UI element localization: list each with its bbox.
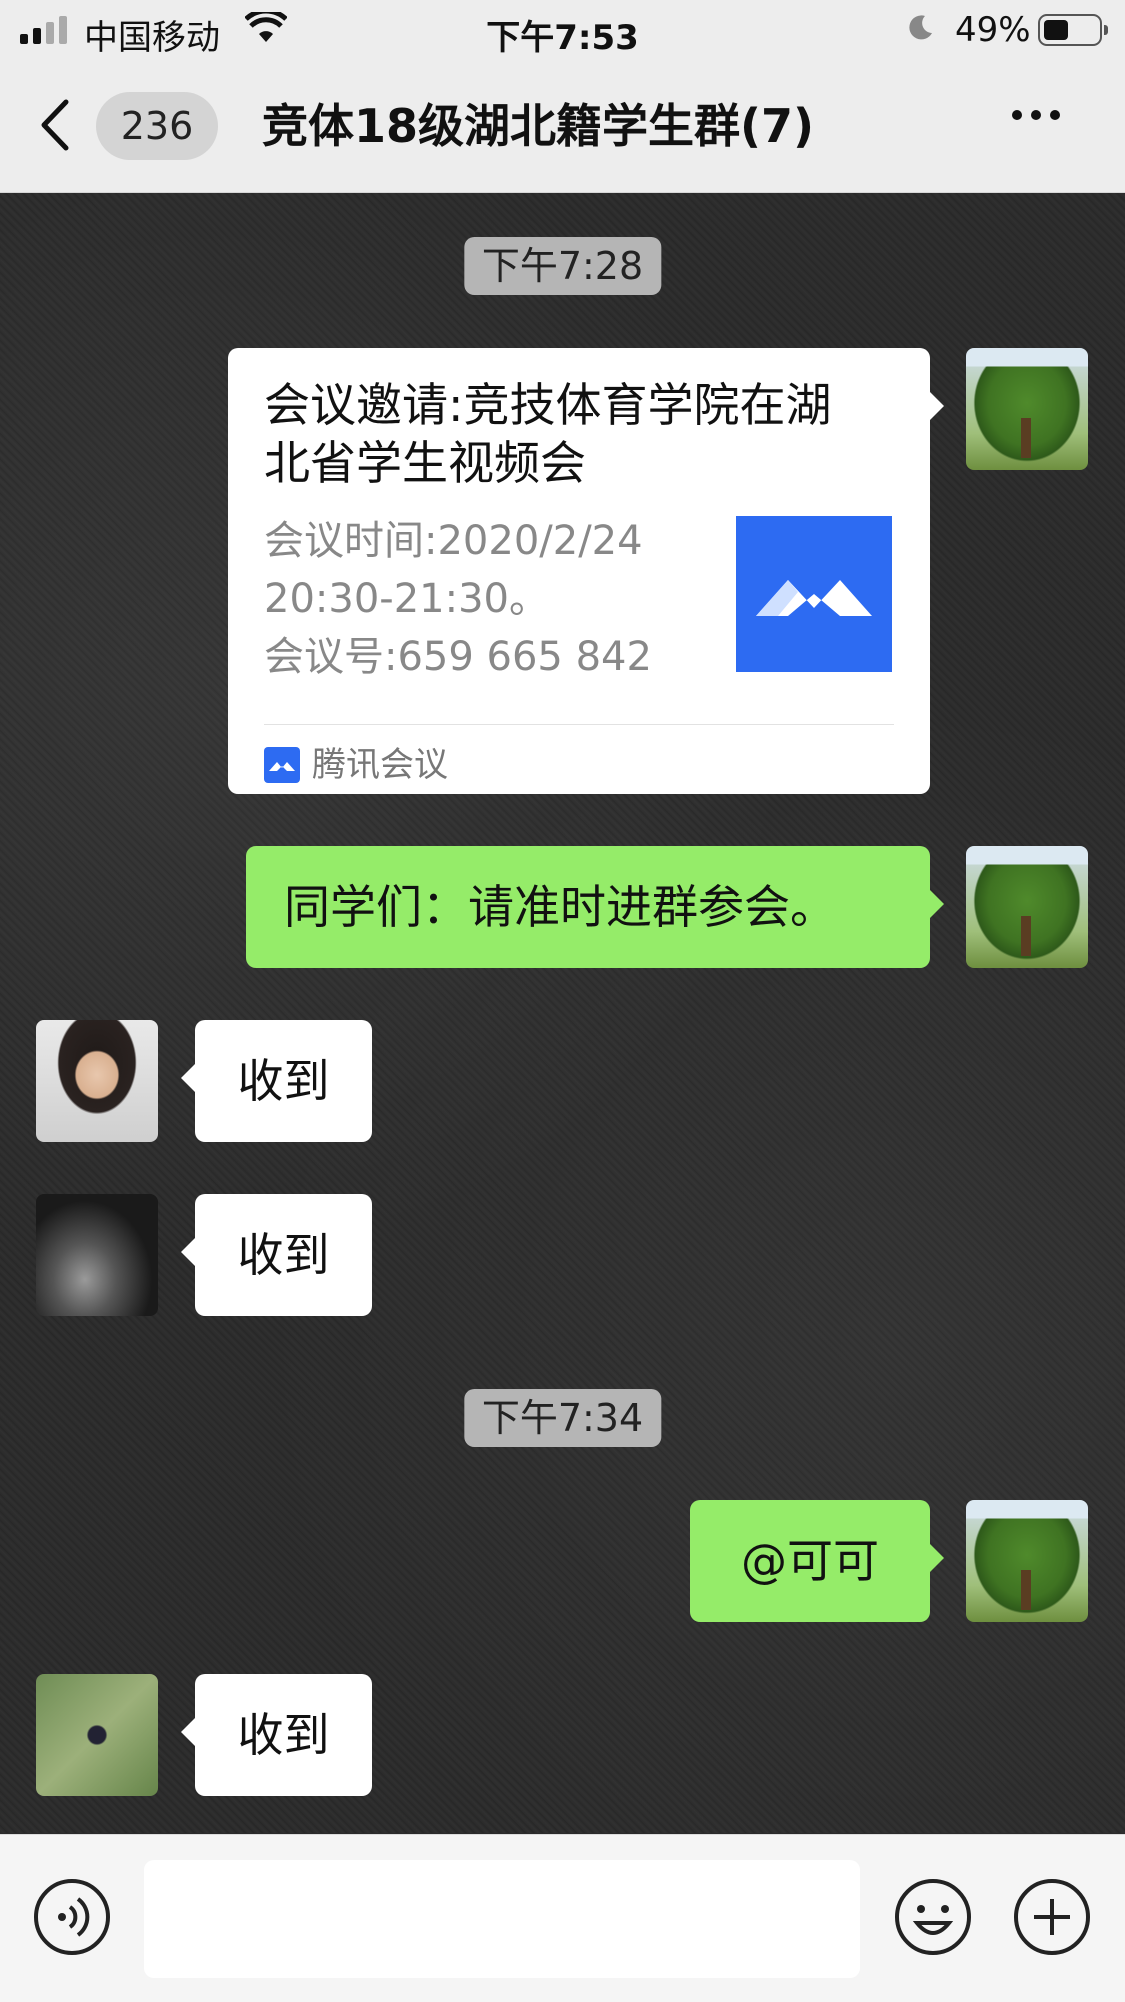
avatar[interactable] [966,1500,1088,1622]
card-divider [264,724,894,725]
avatar[interactable] [36,1194,158,1316]
meeting-card-info: 会议时间:2020/2/24 20:30-21:30。 会议号:659 665 … [264,512,694,686]
emoji-icon [895,1879,971,1955]
plus-icon [1014,1879,1090,1955]
chat-message-list[interactable]: 下午7:28 会议邀请:竞技体育学院在湖北省学生视频会 会议时间:2020/2/… [0,193,1125,1833]
avatar[interactable] [966,348,1088,470]
tencent-meeting-small-icon [264,747,300,783]
do-not-disturb-icon [905,12,935,52]
battery-percent: 49% [955,10,1031,50]
message-bubble[interactable]: 同学们：请准时进群参会。 [246,846,944,968]
message-timestamp: 下午7:34 [463,1389,662,1447]
back-button[interactable] [40,98,70,156]
tencent-meeting-logo-icon [736,516,892,672]
plus-button[interactable] [1012,1877,1092,1957]
battery-icon [1038,14,1108,46]
input-bar [0,1834,1125,2002]
meeting-number: 会议号:659 665 842 [264,634,652,680]
message-bubble[interactable]: @可可 [690,1500,944,1622]
voice-button[interactable] [32,1877,112,1957]
message-bubble[interactable]: 收到 [181,1020,372,1142]
meeting-invite-card[interactable]: 会议邀请:竞技体育学院在湖北省学生视频会 会议时间:2020/2/24 20:3… [228,348,944,794]
top-bar: 中国移动 下午7:53 49% 236 竞体18级湖北籍学生群(7) [0,0,1125,193]
message-bubble[interactable]: 收到 [181,1194,372,1316]
voice-icon [34,1879,110,1955]
card-source: 腾讯会议 [264,740,448,790]
meeting-time-line-2: 20:30-21:30。 [264,576,549,622]
back-chevron-icon [41,99,69,151]
message-timestamp: 下午7:28 [463,237,662,295]
message-bubble[interactable]: 收到 [181,1674,372,1796]
status-bar: 中国移动 下午7:53 49% [0,0,1125,60]
avatar[interactable] [966,846,1088,968]
chat-title: 竞体18级湖北籍学生群(7) [262,99,815,153]
avatar[interactable] [36,1020,158,1142]
message-input[interactable] [144,1860,860,1978]
meeting-card-title: 会议邀请:竞技体育学院在湖北省学生视频会 [264,378,832,490]
card-source-label: 腾讯会议 [312,745,448,785]
emoji-button[interactable] [893,1877,973,1957]
unread-count-badge[interactable]: 236 [96,92,218,160]
avatar[interactable] [36,1674,158,1796]
meeting-time-line-1: 会议时间:2020/2/24 [264,518,643,564]
more-icon[interactable] [1012,110,1060,120]
